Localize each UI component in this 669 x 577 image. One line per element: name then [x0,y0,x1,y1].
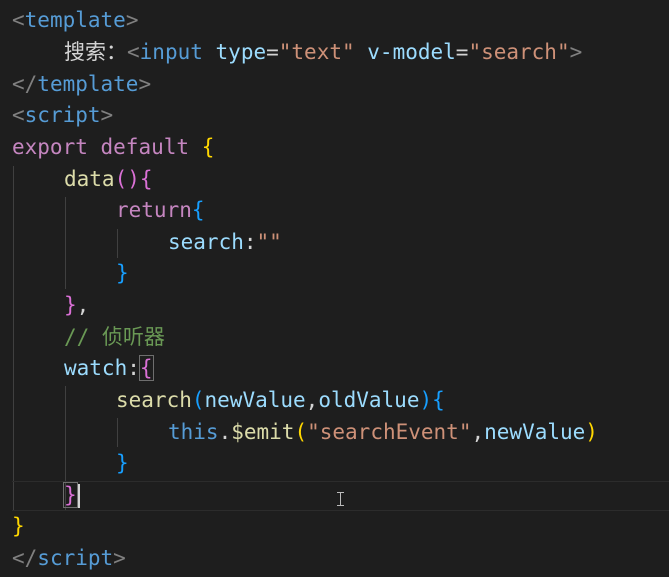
tag-bracket: > [113,546,126,570]
tag-name: script [24,103,101,127]
property-name: search [168,230,244,254]
text-caret [77,484,80,508]
parameter: newValue [204,388,306,412]
indent-guide [117,229,118,258]
tag-bracket: > [569,40,583,64]
dot: . [218,420,232,444]
code-line-16[interactable]: } [63,480,669,512]
equals-sign: = [266,40,279,64]
paren: ) [419,388,433,412]
paren: ( [294,420,308,444]
comma: , [305,388,319,412]
code-line-17[interactable]: } [12,511,669,543]
code-line-14[interactable]: this.$emit("searchEvent",newValue) [168,417,669,449]
brace: } [116,451,129,475]
colon: : [127,356,140,380]
equals-sign: = [455,40,469,64]
indent-guide [13,166,14,511]
tag-name: script [37,546,114,570]
code-editor[interactable]: <template> 搜索：<input type="text" v-model… [0,0,669,577]
tag-bracket: > [100,103,114,127]
code-line-15[interactable]: } [116,448,669,480]
parens: () [114,167,140,191]
indent-guide [65,197,66,289]
argument: newValue [484,420,586,444]
code-line-2[interactable]: 搜索：<input type="text" v-model="search"> [64,37,669,69]
keyword: default [100,135,190,159]
keyword: export [12,135,88,159]
brace-matched: { [138,355,154,381]
attribute-value: "search" [468,40,570,64]
brace: { [191,198,205,222]
tag-bracket: </ [12,546,38,570]
code-line-4[interactable]: <script> [12,100,669,132]
string-literal: "searchEvent" [307,420,472,444]
attribute-value: "text" [278,40,355,64]
brace: } [116,261,129,285]
comma: , [76,293,90,317]
keyword: return [116,198,192,222]
tag-bracket: < [127,40,140,64]
tag-bracket: < [12,8,25,32]
code-line-13[interactable]: search(newValue,oldValue){ [116,385,669,417]
tag-name: input [139,40,203,64]
attribute-name: type [215,40,267,64]
code-line-10[interactable]: }, [64,290,669,322]
tag-bracket: </ [12,72,38,96]
code-line-9[interactable]: } [116,258,669,290]
function-name: data [64,167,115,191]
brace: { [139,167,153,191]
colon: : [243,230,257,254]
indent-guide [117,418,118,447]
keyword-this: this [168,420,219,444]
function-name: $emit [231,420,295,444]
brace: } [64,293,77,317]
code-line-12[interactable]: watch:{ [64,353,669,385]
code-line-8[interactable]: search:"" [168,227,669,259]
tag-name: template [37,72,139,96]
brace-matched: } [63,482,78,508]
i-beam-cursor-icon [336,492,345,506]
brace: } [12,514,25,538]
paren: ) [585,420,598,444]
brace: { [201,135,215,159]
tag-bracket: > [125,8,139,32]
tag-bracket: > [138,72,152,96]
brace: { [432,388,445,412]
string-literal: "" [256,230,282,254]
code-line-7[interactable]: return{ [116,195,669,227]
code-line-1[interactable]: <template> [12,5,669,37]
parameter: oldValue [318,388,420,412]
comma: , [471,420,485,444]
code-line-18[interactable]: </script> [12,543,669,575]
property-name: watch [64,356,128,380]
code-line-6[interactable]: data(){ [64,164,669,196]
code-line-3[interactable]: </template> [12,69,669,101]
search-label-text: 搜索： [64,40,127,64]
tag-bracket: < [12,103,25,127]
attribute-name: v-model [367,40,456,64]
paren: ( [191,388,205,412]
function-name: search [116,388,192,412]
comment: // 侦听器 [64,325,165,349]
code-line-5[interactable]: export default { [12,132,669,164]
code-line-11[interactable]: // 侦听器 [64,322,669,354]
tag-name: template [24,8,126,32]
